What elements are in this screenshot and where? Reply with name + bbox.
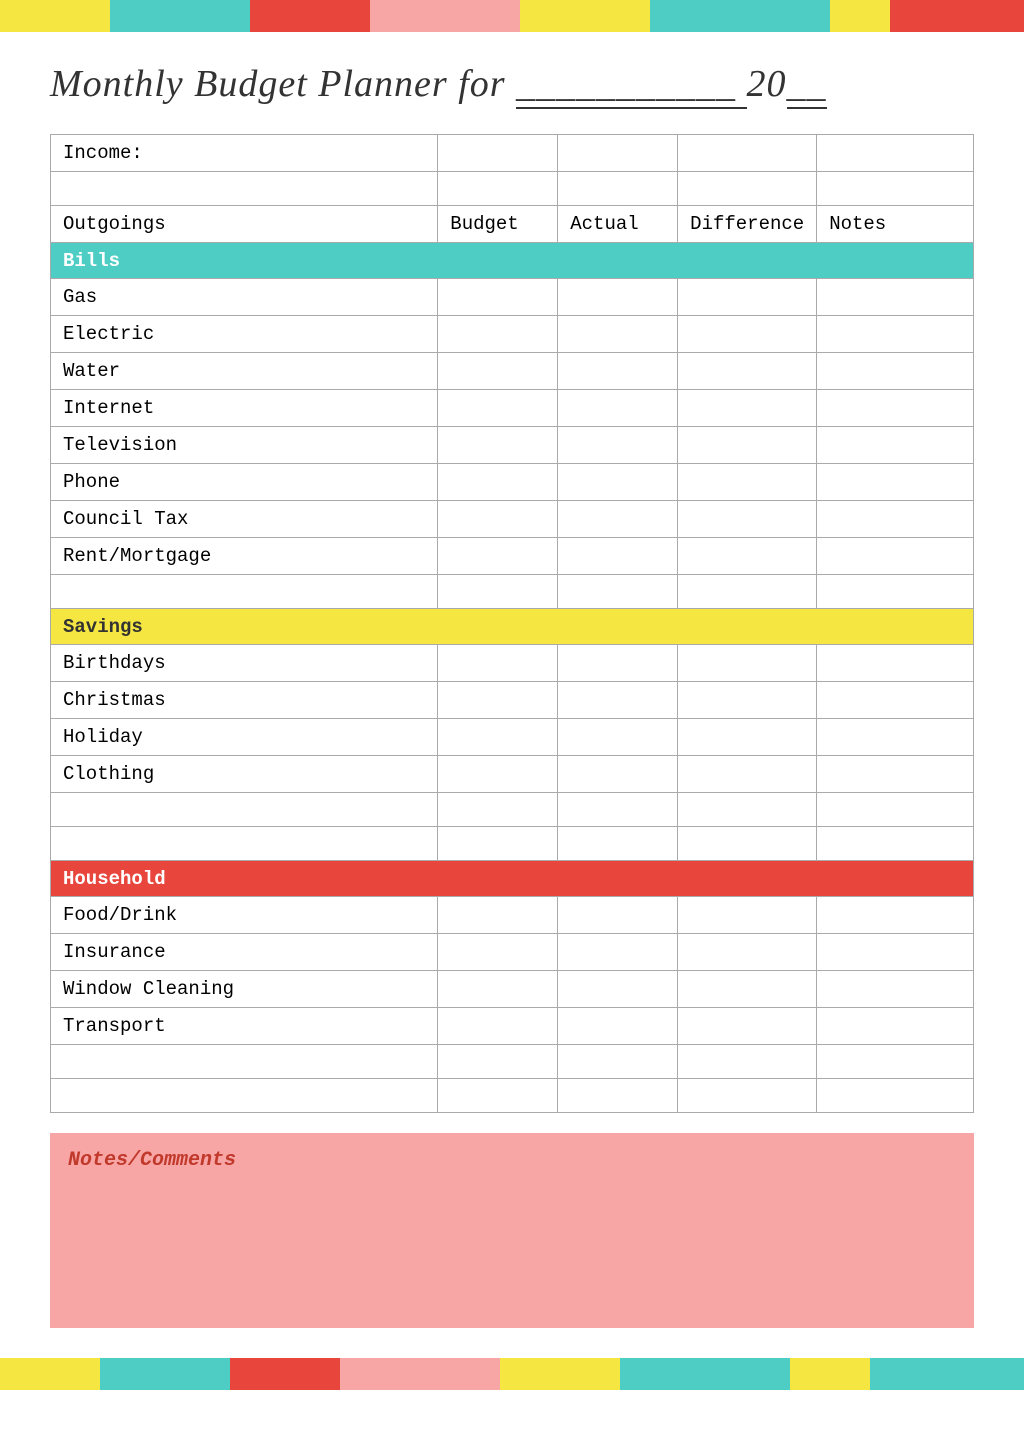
color-block	[0, 1358, 100, 1390]
row-clothing: Clothing	[51, 756, 438, 793]
title-underline-text: ___________	[516, 63, 747, 109]
row-council-tax: Council Tax	[51, 501, 438, 538]
color-block	[830, 0, 890, 32]
savings-label: Savings	[51, 609, 974, 645]
col-notes: Notes	[817, 206, 974, 243]
budget-table: Income: Outgoings Budget Actual Differen…	[50, 134, 974, 1113]
row-christmas: Christmas	[51, 682, 438, 719]
income-budget	[438, 135, 558, 172]
bills-label: Bills	[51, 243, 974, 279]
row-insurance: Insurance	[51, 934, 438, 971]
table-row: Birthdays	[51, 645, 974, 682]
page-content: Monthly Budget Planner for ___________ 2…	[0, 32, 1024, 1358]
spacer-row	[51, 575, 974, 609]
color-block	[650, 0, 830, 32]
table-row: Phone	[51, 464, 974, 501]
color-block	[100, 1358, 230, 1390]
col-actual: Actual	[558, 206, 678, 243]
table-row: Insurance	[51, 934, 974, 971]
row-water: Water	[51, 353, 438, 390]
table-row: Television	[51, 427, 974, 464]
row-internet: Internet	[51, 390, 438, 427]
row-phone: Phone	[51, 464, 438, 501]
row-television: Television	[51, 427, 438, 464]
income-actual	[558, 135, 678, 172]
color-block	[790, 1358, 870, 1390]
title-year-prefix: 20	[747, 63, 787, 105]
color-block	[620, 1358, 790, 1390]
title-year-underline: __	[787, 63, 827, 109]
table-row: Rent/Mortgage	[51, 538, 974, 575]
row-holiday: Holiday	[51, 719, 438, 756]
table-row: Window Cleaning	[51, 971, 974, 1008]
row-electric: Electric	[51, 316, 438, 353]
col-outgoings: Outgoings	[51, 206, 438, 243]
color-block	[520, 0, 650, 32]
notes-label: Notes/Comments	[68, 1149, 956, 1172]
table-row: Water	[51, 353, 974, 390]
color-bar-top	[0, 0, 1024, 32]
income-diff	[678, 135, 817, 172]
row-transport: Transport	[51, 1008, 438, 1045]
spacer-row	[51, 172, 974, 206]
color-block	[370, 0, 520, 32]
table-row: Council Tax	[51, 501, 974, 538]
page: Monthly Budget Planner for ___________ 2…	[0, 0, 1024, 1448]
col-difference: Difference	[678, 206, 817, 243]
color-block	[250, 0, 370, 32]
page-title: Monthly Budget Planner for ___________ 2…	[50, 62, 974, 106]
household-label: Household	[51, 861, 974, 897]
row-window-cleaning: Window Cleaning	[51, 971, 438, 1008]
color-block	[340, 1358, 500, 1390]
column-header-row: Outgoings Budget Actual Difference Notes	[51, 206, 974, 243]
row-food-drink: Food/Drink	[51, 897, 438, 934]
spacer-row	[51, 1045, 974, 1079]
color-block	[230, 1358, 340, 1390]
col-budget: Budget	[438, 206, 558, 243]
table-row: Food/Drink	[51, 897, 974, 934]
color-block	[110, 0, 250, 32]
table-row: Holiday	[51, 719, 974, 756]
section-bills-header: Bills	[51, 243, 974, 279]
section-household-header: Household	[51, 861, 974, 897]
notes-body	[68, 1182, 956, 1312]
income-row: Income:	[51, 135, 974, 172]
spacer-row	[51, 793, 974, 827]
row-gas: Gas	[51, 279, 438, 316]
spacer-row	[51, 827, 974, 861]
color-block	[870, 1358, 1024, 1390]
table-row: Clothing	[51, 756, 974, 793]
color-block	[0, 0, 110, 32]
color-block	[890, 0, 1024, 32]
table-row: Internet	[51, 390, 974, 427]
section-savings-header: Savings	[51, 609, 974, 645]
income-notes	[817, 135, 974, 172]
title-text: Monthly Budget Planner for	[50, 63, 506, 105]
color-block	[500, 1358, 620, 1390]
color-bar-bottom	[0, 1358, 1024, 1390]
table-row: Gas	[51, 279, 974, 316]
row-birthdays: Birthdays	[51, 645, 438, 682]
table-row: Electric	[51, 316, 974, 353]
income-label: Income:	[51, 135, 438, 172]
table-row: Christmas	[51, 682, 974, 719]
spacer-row	[51, 1079, 974, 1113]
notes-section: Notes/Comments	[50, 1133, 974, 1328]
table-row: Transport	[51, 1008, 974, 1045]
row-rent-mortgage: Rent/Mortgage	[51, 538, 438, 575]
